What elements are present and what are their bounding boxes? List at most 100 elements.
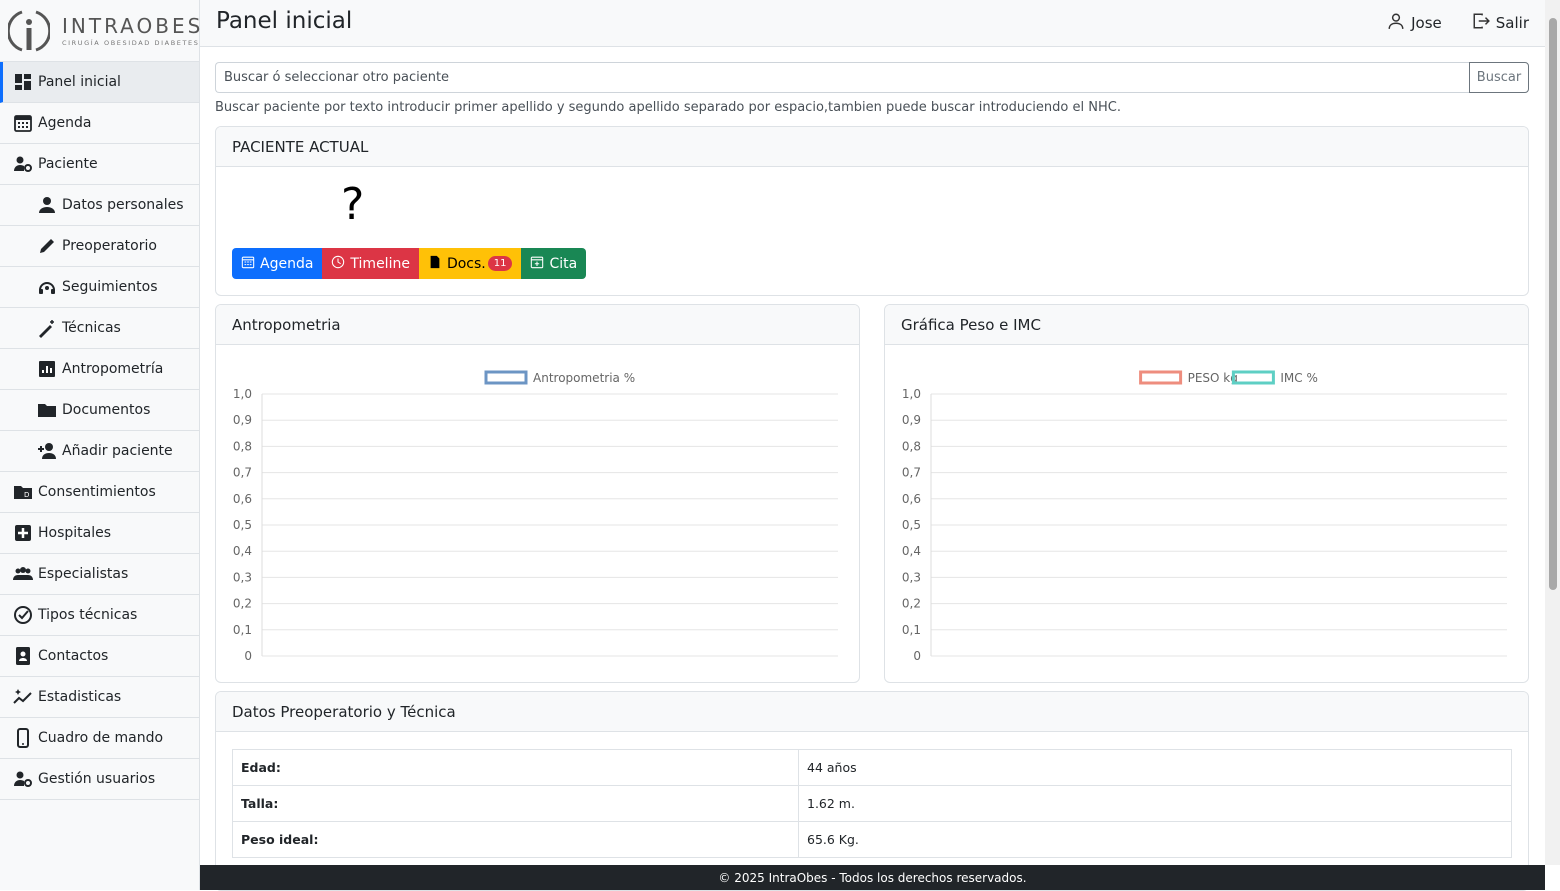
y-tick-label: 0,4 [902,544,921,558]
user-gear-icon [12,768,34,790]
cita-button-label: Cita [549,255,578,272]
calendar-icon [241,255,255,273]
sidebar-item-antropometria[interactable]: Antropometría [0,349,199,390]
sidebar-item-label: Seguimientos [62,279,158,295]
sidebar-item-paciente[interactable]: Paciente [0,144,199,185]
legend-label: IMC % [1280,371,1318,385]
y-tick-label: 0,8 [233,439,252,453]
sidebar-item-label: Gestión usuarios [38,771,156,787]
docs-button-label: Docs. [446,255,486,272]
sidebar-item-hospitales[interactable]: Hospitales [0,513,199,554]
sidebar-item-label: Técnicas [62,320,121,336]
antropometria-title: Antropometria [216,305,859,345]
sidebar-item-anadir-paciente[interactable]: Añadir paciente [0,431,199,472]
y-tick-label: 0,6 [233,492,252,506]
sidebar-item-agenda[interactable]: Agenda [0,103,199,144]
row-value: 1.62 m. [798,785,1512,822]
logout-label: Salir [1495,14,1529,32]
dashboard-icon [12,71,34,93]
main-content: Buscar Buscar paciente por texto introdu… [215,62,1529,118]
sidebar-item-label: Datos personales [62,197,184,213]
scrollbar-thumb[interactable] [1549,18,1557,590]
logo-icon [6,6,52,56]
folder-doc-icon: D [12,481,34,503]
sidebar-item-contactos[interactable]: Contactos [0,636,199,677]
y-tick-label: 0,2 [233,597,252,611]
sidebar-item-documentos[interactable]: Documentos [0,390,199,431]
agenda-button-label: Agenda [260,255,314,272]
patient-actions: Agenda Timeline Docs. 11 Cita [232,248,587,279]
sidebar-item-gestion-usuarios[interactable]: Gestión usuarios [0,759,199,800]
sidebar-item-especialistas[interactable]: Especialistas [0,554,199,595]
logo[interactable]: INTRAOBES CIRUGÍA OBESIDAD DIABETES [0,0,200,62]
new-appointment-button[interactable]: Cita [521,248,587,279]
sidebar-item-tecnicas[interactable]: Técnicas [0,308,199,349]
row-label: Peso ideal: [232,821,799,858]
sidebar-item-label: Paciente [38,156,98,172]
pencil-icon [36,235,58,257]
user-name: Jose [1411,14,1442,32]
y-tick-label: 0,1 [233,623,252,637]
headset-icon [36,276,58,298]
topbar: Panel inicial Jose Salir [200,0,1545,47]
current-patient-card: PACIENTE ACTUAL ? Agenda Timeline Docs. … [215,126,1529,296]
sidebar-item-label: Contactos [38,648,109,664]
sidebar: INTRAOBES CIRUGÍA OBESIDAD DIABETES Pane… [0,0,200,890]
legend-item[interactable]: Antropometria % [484,370,635,385]
sidebar-item-label: Antropometría [62,361,164,377]
patient-search-input[interactable] [215,62,1469,93]
page-scrollbar[interactable] [1545,0,1560,865]
legend-item[interactable]: PESO kg [1139,370,1238,385]
sidebar-item-cuadro-de-mando[interactable]: Cuadro de mando [0,718,199,759]
person-add-icon [36,440,58,462]
svg-text:D: D [24,491,29,499]
sidebar-item-estadisticas[interactable]: Estadisticas [0,677,199,718]
sidebar-item-panel-inicial[interactable]: Panel inicial [0,62,199,103]
docs-count-badge: 11 [487,256,513,271]
legend-swatch [1231,370,1275,385]
user-gear-icon [12,153,34,175]
sidebar-item-label: Consentimientos [38,484,156,500]
peso-imc-title: Gráfica Peso e IMC [885,305,1528,345]
y-tick-label: 0,5 [233,518,252,532]
sidebar-item-seguimientos[interactable]: Seguimientos [0,267,199,308]
y-tick-label: 0,7 [233,466,252,480]
brand-name: INTRAOBES [62,14,204,38]
patient-search: Buscar [215,62,1529,93]
folder-icon [36,399,58,421]
sidebar-item-tipos-tecnicas[interactable]: Tipos técnicas [0,595,199,636]
y-tick-label: 1,0 [233,387,252,401]
sparkle-chart-icon [12,686,34,708]
group-icon [12,563,34,585]
sidebar-item-consentimientos[interactable]: D Consentimientos [0,472,199,513]
timeline-button[interactable]: Timeline [322,248,419,279]
y-tick-label: 0,9 [902,413,921,427]
sidebar-item-label: Añadir paciente [62,443,173,459]
sidebar-item-label: Agenda [38,115,92,131]
sidebar-item-datos-personales[interactable]: Datos personales [0,185,199,226]
y-tick-label: 0,2 [902,597,921,611]
y-tick-label: 0,3 [233,570,252,584]
sidebar-nav: Panel inicial Agenda Paciente Datos persona… [0,62,199,800]
search-button[interactable]: Buscar [1469,62,1529,93]
logout-button[interactable]: Salir [1472,12,1529,34]
agenda-button[interactable]: Agenda [232,248,323,279]
sidebar-item-label: Tipos técnicas [38,607,138,623]
sidebar-item-preoperatorio[interactable]: Preoperatorio [0,226,199,267]
user-menu[interactable]: Jose [1387,12,1442,34]
y-tick-label: 0,5 [902,518,921,532]
docs-button[interactable]: Docs. 11 [418,248,522,279]
y-tick-label: 0,3 [902,570,921,584]
table-row: Peso ideal: 65.6 Kg. [232,821,1512,858]
preop-card: Datos Preoperatorio y Técnica Edad: 44 añ… [215,691,1529,891]
sidebar-item-label: Hospitales [38,525,112,541]
user-icon [1387,12,1405,34]
y-tick-label: 0 [244,649,252,663]
calendar-plus-icon [530,255,544,273]
legend-swatch [1139,370,1183,385]
check-circle-icon [12,604,34,626]
phone-icon [12,727,34,749]
sidebar-item-label: Panel inicial [38,74,121,90]
clock-icon [331,255,345,273]
legend-item[interactable]: IMC % [1231,370,1318,385]
